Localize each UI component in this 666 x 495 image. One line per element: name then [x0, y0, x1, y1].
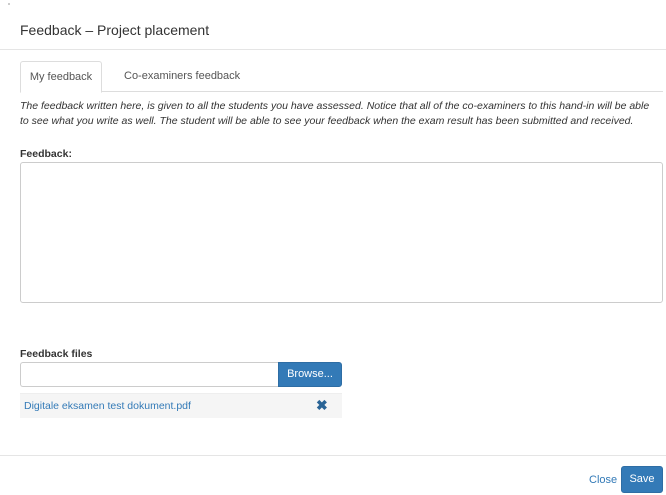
feedback-label: Feedback:	[20, 148, 72, 160]
modal-header: Feedback – Project placement	[0, 0, 666, 50]
close-button[interactable]: Close	[589, 474, 617, 486]
tab-my-feedback[interactable]: My feedback	[20, 61, 102, 93]
file-list-item: Digitale eksamen test dokument.pdf ✖	[20, 393, 342, 418]
tab-co-examiners-feedback[interactable]: Co-examiners feedback	[104, 61, 252, 92]
feedback-files-label: Feedback files	[20, 348, 93, 360]
feedback-tabs: My feedback Co-examiners feedback	[20, 61, 663, 93]
modal-footer: Close Save	[0, 455, 666, 495]
file-path-input[interactable]	[20, 362, 278, 387]
save-button[interactable]: Save	[621, 466, 663, 493]
modal-title: Feedback – Project placement	[20, 22, 210, 38]
file-link[interactable]: Digitale eksamen test dokument.pdf	[24, 400, 191, 412]
feedback-textarea[interactable]	[20, 162, 663, 303]
remove-file-icon[interactable]: ✖	[316, 398, 328, 412]
feedback-description: The feedback written here, is given to a…	[20, 100, 650, 127]
browse-button[interactable]: Browse...	[278, 362, 342, 387]
